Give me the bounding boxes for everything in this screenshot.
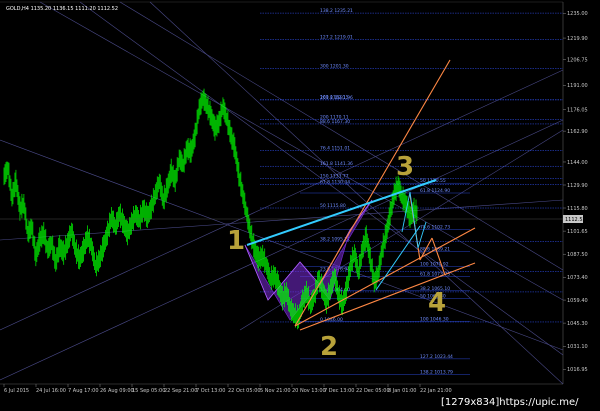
- time-tick-label: 15 Sep 05:00: [132, 388, 165, 394]
- wave-label-2: 2: [320, 332, 338, 362]
- time-tick-label: 7 Oct 13:00: [196, 388, 225, 394]
- wave-label-4: 4: [428, 288, 446, 318]
- time-tick-label: 22 Oct 05:00: [228, 388, 261, 394]
- price-tick-label: 1206.75: [567, 57, 588, 63]
- price-tick-label: 1219.90: [567, 36, 588, 42]
- price-tick-label: 1144.00: [567, 160, 588, 166]
- fibo-level-label: 127.2 1219.01: [320, 35, 353, 41]
- price-chart[interactable]: 138.2 1235.21 127.2 1219.01 300 1201.30 2 61…: [0, 0, 600, 411]
- chart-window[interactable]: 138.2 1235.21 127.2 1219.01 300 1201.30 2 61…: [0, 0, 600, 411]
- price-tick-label: 1162.90: [567, 129, 588, 135]
- fibo-level-label: 76.4 1151.01: [320, 146, 350, 152]
- fibo-level-label: 138.2 1235.21: [320, 8, 353, 14]
- fibo-level-label: 161.8 1141.36: [320, 161, 353, 167]
- price-tick-label: 1115.80: [567, 206, 588, 212]
- fibo-level-label: 150 1133.77: [320, 174, 349, 180]
- fibo-level-label: 88.6 1167.30: [320, 119, 350, 125]
- price-tick-label: 1087.50: [567, 252, 588, 258]
- price-tick-label: 1176.05: [567, 107, 588, 113]
- time-tick-label: 20 Nov 13:00: [292, 388, 326, 394]
- fibo-level-label: 100 1182.15: [320, 95, 349, 101]
- time-tick-label: 5 Nov 21:00: [260, 388, 291, 394]
- chart-background: [0, 0, 600, 411]
- time-tick-label: 22 Dec 05:00: [356, 388, 390, 394]
- fibo-inner-label: 61.8 1124.90: [420, 188, 450, 194]
- time-tick-label: 24 Jul 16:00: [36, 388, 66, 394]
- price-tick-label: 1101.65: [567, 229, 588, 235]
- chart-symbol-header: GOLD,H4 1135.20 1136.15 1111.20 1112.52: [6, 6, 118, 12]
- price-tick-label: 1129.90: [567, 183, 588, 189]
- watermark-text: [1279x834]https://upic.me/: [441, 397, 579, 408]
- time-tick-label: 22 Sep 21:00: [164, 388, 197, 394]
- fibo-level-label: 300 1201.30: [320, 63, 349, 69]
- price-tick-label: 1059.40: [567, 298, 588, 304]
- price-tick-label: 1045.30: [567, 321, 588, 327]
- time-tick-label: 8 Jan 01:00: [388, 388, 416, 394]
- wave-label-3: 3: [396, 152, 414, 182]
- time-tick-label: 7 Dec 13:00: [324, 388, 354, 394]
- price-tick-label: 1016.95: [567, 367, 588, 373]
- current-price-value: 1112.52: [565, 217, 586, 223]
- fibo-inner-label: 100 1079.92: [420, 262, 449, 268]
- fibo-level-label: 61.8 1130.34: [320, 179, 350, 185]
- price-tick-label: 1235.00: [567, 11, 588, 17]
- fibo-level-label: 50 1115.80: [320, 203, 346, 209]
- time-tick-label: 26 Aug 09:00: [100, 388, 134, 394]
- time-tick-label: 7 Aug 17:00: [68, 388, 99, 394]
- price-tick-label: 1031.10: [567, 344, 588, 350]
- price-tick-label: 1073.40: [567, 275, 588, 281]
- fibo-inner-label: 138.2 1013.79: [420, 370, 453, 376]
- fibo-inner-label: 127.2 1023.44: [420, 354, 453, 360]
- wave-label-1: 1: [227, 226, 245, 256]
- price-tick-label: 1191.00: [567, 83, 588, 89]
- time-tick-label: 6 Jul 2015: [4, 388, 29, 394]
